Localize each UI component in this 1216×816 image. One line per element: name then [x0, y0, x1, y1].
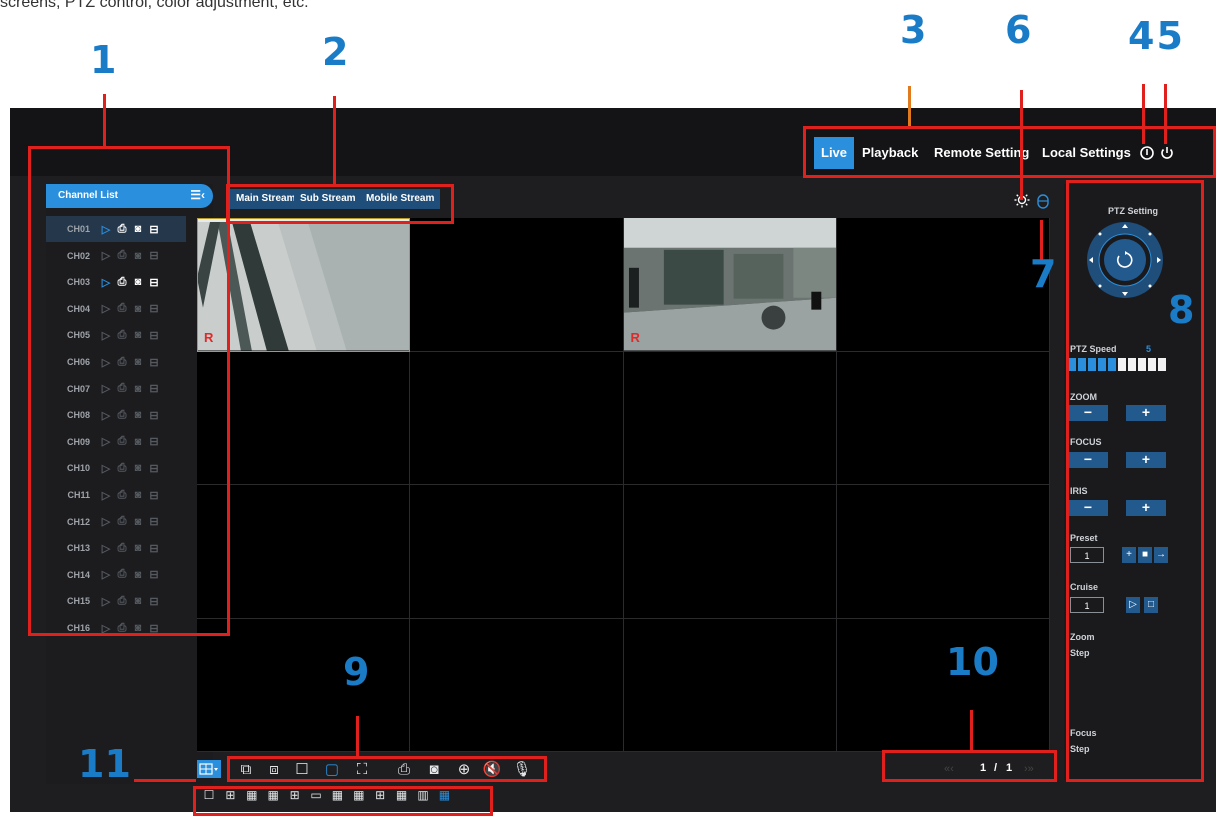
- annotation-line-4: [1142, 84, 1145, 144]
- callout-1: 1: [90, 38, 117, 82]
- callout-2: 2: [322, 30, 349, 74]
- annotation-line-1: [103, 94, 106, 146]
- callout-10: 10: [946, 640, 999, 684]
- video-cell[interactable]: [410, 485, 624, 619]
- callout-7: 7: [1030, 252, 1057, 296]
- camera-feed-image: [623, 218, 836, 351]
- video-cell[interactable]: [197, 618, 411, 752]
- video-cell[interactable]: [836, 618, 1050, 752]
- layout-select-button[interactable]: [197, 760, 221, 778]
- callout-6: 6: [1005, 8, 1032, 52]
- top-caption: screens, PTZ control, color adjustment, …: [0, 0, 309, 11]
- annotation-line-5: [1164, 84, 1167, 144]
- callout-11: 11: [78, 742, 131, 786]
- video-cell[interactable]: [836, 485, 1050, 619]
- annotation-box-1: [28, 146, 230, 636]
- annotation-line-9: [356, 716, 359, 758]
- annotation-box-3: [803, 126, 1216, 178]
- annotation-line-6: [1020, 90, 1023, 200]
- callout-8: 8: [1168, 288, 1195, 332]
- callout-3: 3: [900, 8, 927, 52]
- annotation-line-10: [970, 710, 973, 750]
- ptz-icon[interactable]: [1035, 191, 1051, 209]
- video-cell[interactable]: [410, 618, 624, 752]
- video-cell[interactable]: [623, 485, 837, 619]
- callout-9: 9: [343, 650, 370, 694]
- video-cell[interactable]: [623, 618, 837, 752]
- annotation-line-3: [908, 86, 911, 126]
- video-grid: R R: [197, 218, 1050, 752]
- annotation-line-2: [333, 96, 336, 184]
- video-cell[interactable]: [623, 351, 837, 485]
- video-cell-ch03[interactable]: R: [623, 218, 837, 352]
- callout-4-5: 45: [1128, 14, 1185, 58]
- annotation-box-9: [227, 756, 547, 782]
- video-cell[interactable]: [410, 218, 624, 352]
- annotation-box-10: [882, 750, 1057, 782]
- annotation-box-2: [226, 184, 454, 224]
- video-cell[interactable]: [836, 351, 1050, 485]
- record-indicator: R: [630, 329, 640, 345]
- annotation-line-11: [134, 779, 196, 782]
- annotation-box-8: [1066, 180, 1204, 782]
- video-cell[interactable]: [410, 351, 624, 485]
- video-cell[interactable]: [836, 218, 1050, 352]
